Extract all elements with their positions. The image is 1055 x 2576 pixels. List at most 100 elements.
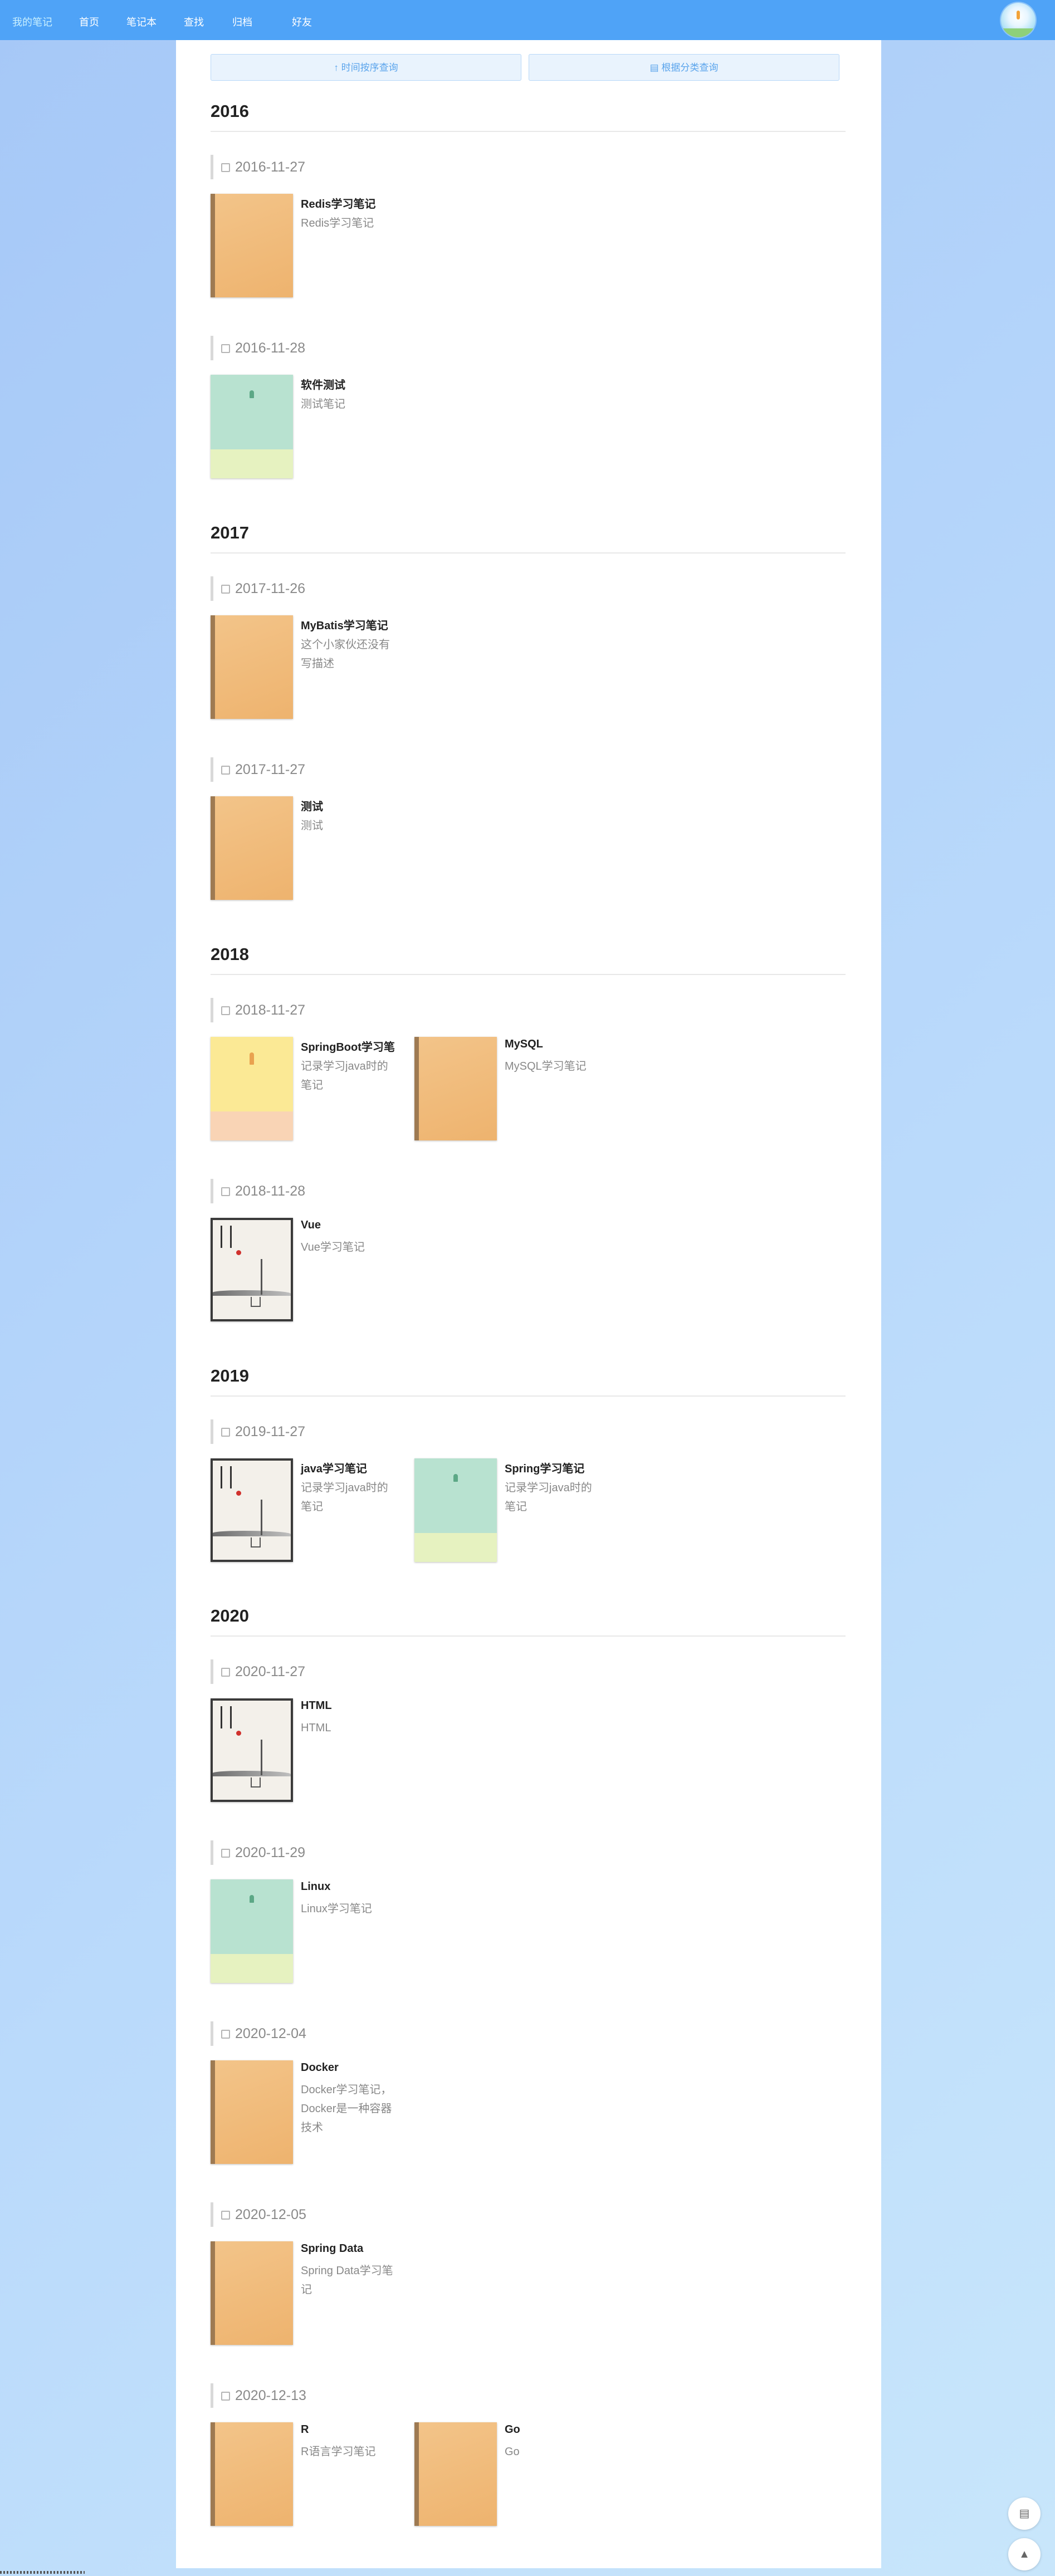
- notebook-description: MySQL学习笔记: [505, 1060, 587, 1072]
- notebook-title[interactable]: 测试: [301, 797, 323, 814]
- top-navbar: 我的笔记 首页 笔记本 查找 归档 好友: [0, 0, 1055, 40]
- year-divider: [211, 974, 846, 975]
- time-order-query-button[interactable]: ↑ 时间按序查询: [211, 54, 521, 81]
- date-label: 2019-11-27: [211, 1419, 305, 1444]
- notebook-title[interactable]: Docker: [301, 2061, 339, 2074]
- nav-friends[interactable]: 好友: [292, 14, 312, 29]
- notebook-cover[interactable]: [211, 615, 293, 719]
- notebook-title[interactable]: R: [301, 2423, 309, 2436]
- notebook-title[interactable]: Vue: [301, 1219, 321, 1232]
- notebook-description: 测试笔记: [301, 398, 345, 410]
- notebook-card[interactable]: Spring学习笔记 记录学习java时的笔记: [414, 1458, 726, 1562]
- brand-link[interactable]: 我的笔记: [12, 14, 52, 29]
- notebook-cover[interactable]: [211, 2241, 293, 2345]
- notebook-description: 这个小家伙还没有写描述: [301, 639, 390, 670]
- notebook-cover[interactable]: [211, 2422, 293, 2526]
- notebook-cover[interactable]: [211, 796, 293, 900]
- notebook-cover[interactable]: [414, 2422, 497, 2526]
- nav-home[interactable]: 首页: [79, 14, 99, 29]
- notebook-card[interactable]: Docker Docker学习笔记，Docker是一种容器技术: [211, 2060, 522, 2164]
- notebook-description: 记录学习java时的笔记: [301, 1060, 388, 1091]
- date-label: 2020-11-29: [211, 1840, 305, 1865]
- year-heading: 2016: [211, 101, 249, 121]
- date-text: 2016-11-28: [235, 340, 306, 356]
- notebook-card[interactable]: 测试 测试: [211, 796, 522, 900]
- notebook-cover[interactable]: [211, 375, 293, 478]
- notebook-cover[interactable]: [211, 2060, 293, 2164]
- notebook-description: Linux学习笔记: [301, 1903, 372, 1915]
- calendar-icon: [221, 2211, 230, 2220]
- avatar[interactable]: [1001, 3, 1036, 37]
- notebook-title[interactable]: MySQL: [505, 1038, 543, 1051]
- nav-archive[interactable]: 归档: [232, 14, 252, 29]
- year-divider: [211, 1395, 846, 1397]
- year-heading: 2017: [211, 523, 249, 542]
- date-text: 2020-12-13: [235, 2388, 306, 2403]
- notebook-title[interactable]: HTML: [301, 1700, 332, 1712]
- year-divider: [211, 131, 846, 132]
- notebook-title[interactable]: SpringBoot学习笔: [301, 1038, 395, 1054]
- year-divider: [211, 552, 846, 554]
- date-label: 2020-12-04: [211, 2021, 306, 2046]
- notebook-description: R语言学习笔记: [301, 2446, 376, 2458]
- year-heading: 2019: [211, 1366, 249, 1385]
- date-label: 2016-11-27: [211, 155, 305, 179]
- notebook-cover[interactable]: [211, 1218, 293, 1321]
- notebook-description: Go: [505, 2446, 520, 2458]
- notebook-card[interactable]: 软件测试 测试笔记: [211, 375, 522, 478]
- date-text: 2020-12-04: [235, 2026, 306, 2041]
- notebook-title[interactable]: Redis学习笔记: [301, 195, 375, 211]
- notebook-cover[interactable]: [211, 1037, 293, 1140]
- notebook-card[interactable]: Vue Vue学习笔记: [211, 1218, 522, 1321]
- calendar-icon: [221, 2030, 230, 2039]
- notebook-title[interactable]: Go: [505, 2423, 520, 2436]
- notebook-title[interactable]: Spring Data: [301, 2242, 363, 2255]
- notebook-description: Docker学习笔记，Docker是一种容器技术: [301, 2084, 392, 2134]
- notebook-description: Vue学习笔记: [301, 1241, 365, 1253]
- date-text: 2018-11-28: [235, 1183, 306, 1199]
- notebook-card[interactable]: HTML HTML: [211, 1698, 522, 1802]
- notebook-title[interactable]: MyBatis学习笔记: [301, 616, 388, 633]
- calendar-icon: [221, 766, 230, 775]
- notebook-description: 记录学习java时的笔记: [301, 1482, 388, 1513]
- date-text: 2017-11-27: [235, 762, 306, 777]
- notebook-cover[interactable]: [211, 1879, 293, 1983]
- notebook-cover[interactable]: [211, 1458, 293, 1562]
- notebook-description: 测试: [301, 820, 323, 832]
- calendar-icon: [221, 163, 230, 172]
- status-dots: [0, 2571, 85, 2574]
- year-heading: 2020: [211, 1606, 249, 1625]
- date-label: 2017-11-27: [211, 757, 305, 782]
- notebook-card[interactable]: MySQL MySQL学习笔记: [414, 1037, 726, 1140]
- category-icon: ▤: [649, 62, 662, 73]
- notebook-title[interactable]: Linux: [301, 1880, 330, 1893]
- notebook-card[interactable]: Go Go: [414, 2422, 726, 2526]
- nav-notebooks[interactable]: 笔记本: [126, 14, 157, 29]
- date-text: 2016-11-27: [235, 159, 306, 175]
- year-divider: [211, 1635, 846, 1637]
- date-text: 2020-11-27: [235, 1664, 306, 1679]
- document-icon[interactable]: ▤: [1008, 2497, 1041, 2530]
- date-label: 2018-11-27: [211, 998, 305, 1022]
- notebook-card[interactable]: Spring Data Spring Data学习笔记: [211, 2241, 522, 2345]
- notebook-card[interactable]: Linux Linux学习笔记: [211, 1879, 522, 1983]
- notebook-title[interactable]: 软件测试: [301, 376, 345, 392]
- main-panel: ↑ 时间按序查询 ▤ 根据分类查询 2016 2016-11-27 Redis学习笔…: [176, 40, 881, 2568]
- notebook-card[interactable]: Redis学习笔记 Redis学习笔记: [211, 194, 522, 297]
- notebook-title[interactable]: Spring学习笔记: [505, 1460, 584, 1476]
- notebook-card[interactable]: MyBatis学习笔记这个小家伙还没有写描述: [211, 615, 522, 719]
- notebook-description: Spring Data学习笔记: [301, 2265, 393, 2296]
- calendar-icon: [221, 344, 230, 353]
- nav-search[interactable]: 查找: [184, 14, 204, 29]
- notebook-cover[interactable]: [211, 1698, 293, 1802]
- arrow-up-icon: ↑: [334, 62, 341, 73]
- calendar-icon: [221, 1006, 230, 1015]
- notebook-cover[interactable]: [414, 1458, 497, 1562]
- notebook-description: Redis学习笔记: [301, 217, 374, 229]
- date-text: 2019-11-27: [235, 1424, 306, 1439]
- notebook-cover[interactable]: [211, 194, 293, 297]
- notebook-cover[interactable]: [414, 1037, 497, 1140]
- arrow-up-icon[interactable]: ▲: [1008, 2538, 1041, 2570]
- category-query-button[interactable]: ▤ 根据分类查询: [529, 54, 839, 81]
- notebook-title[interactable]: java学习笔记: [301, 1460, 367, 1476]
